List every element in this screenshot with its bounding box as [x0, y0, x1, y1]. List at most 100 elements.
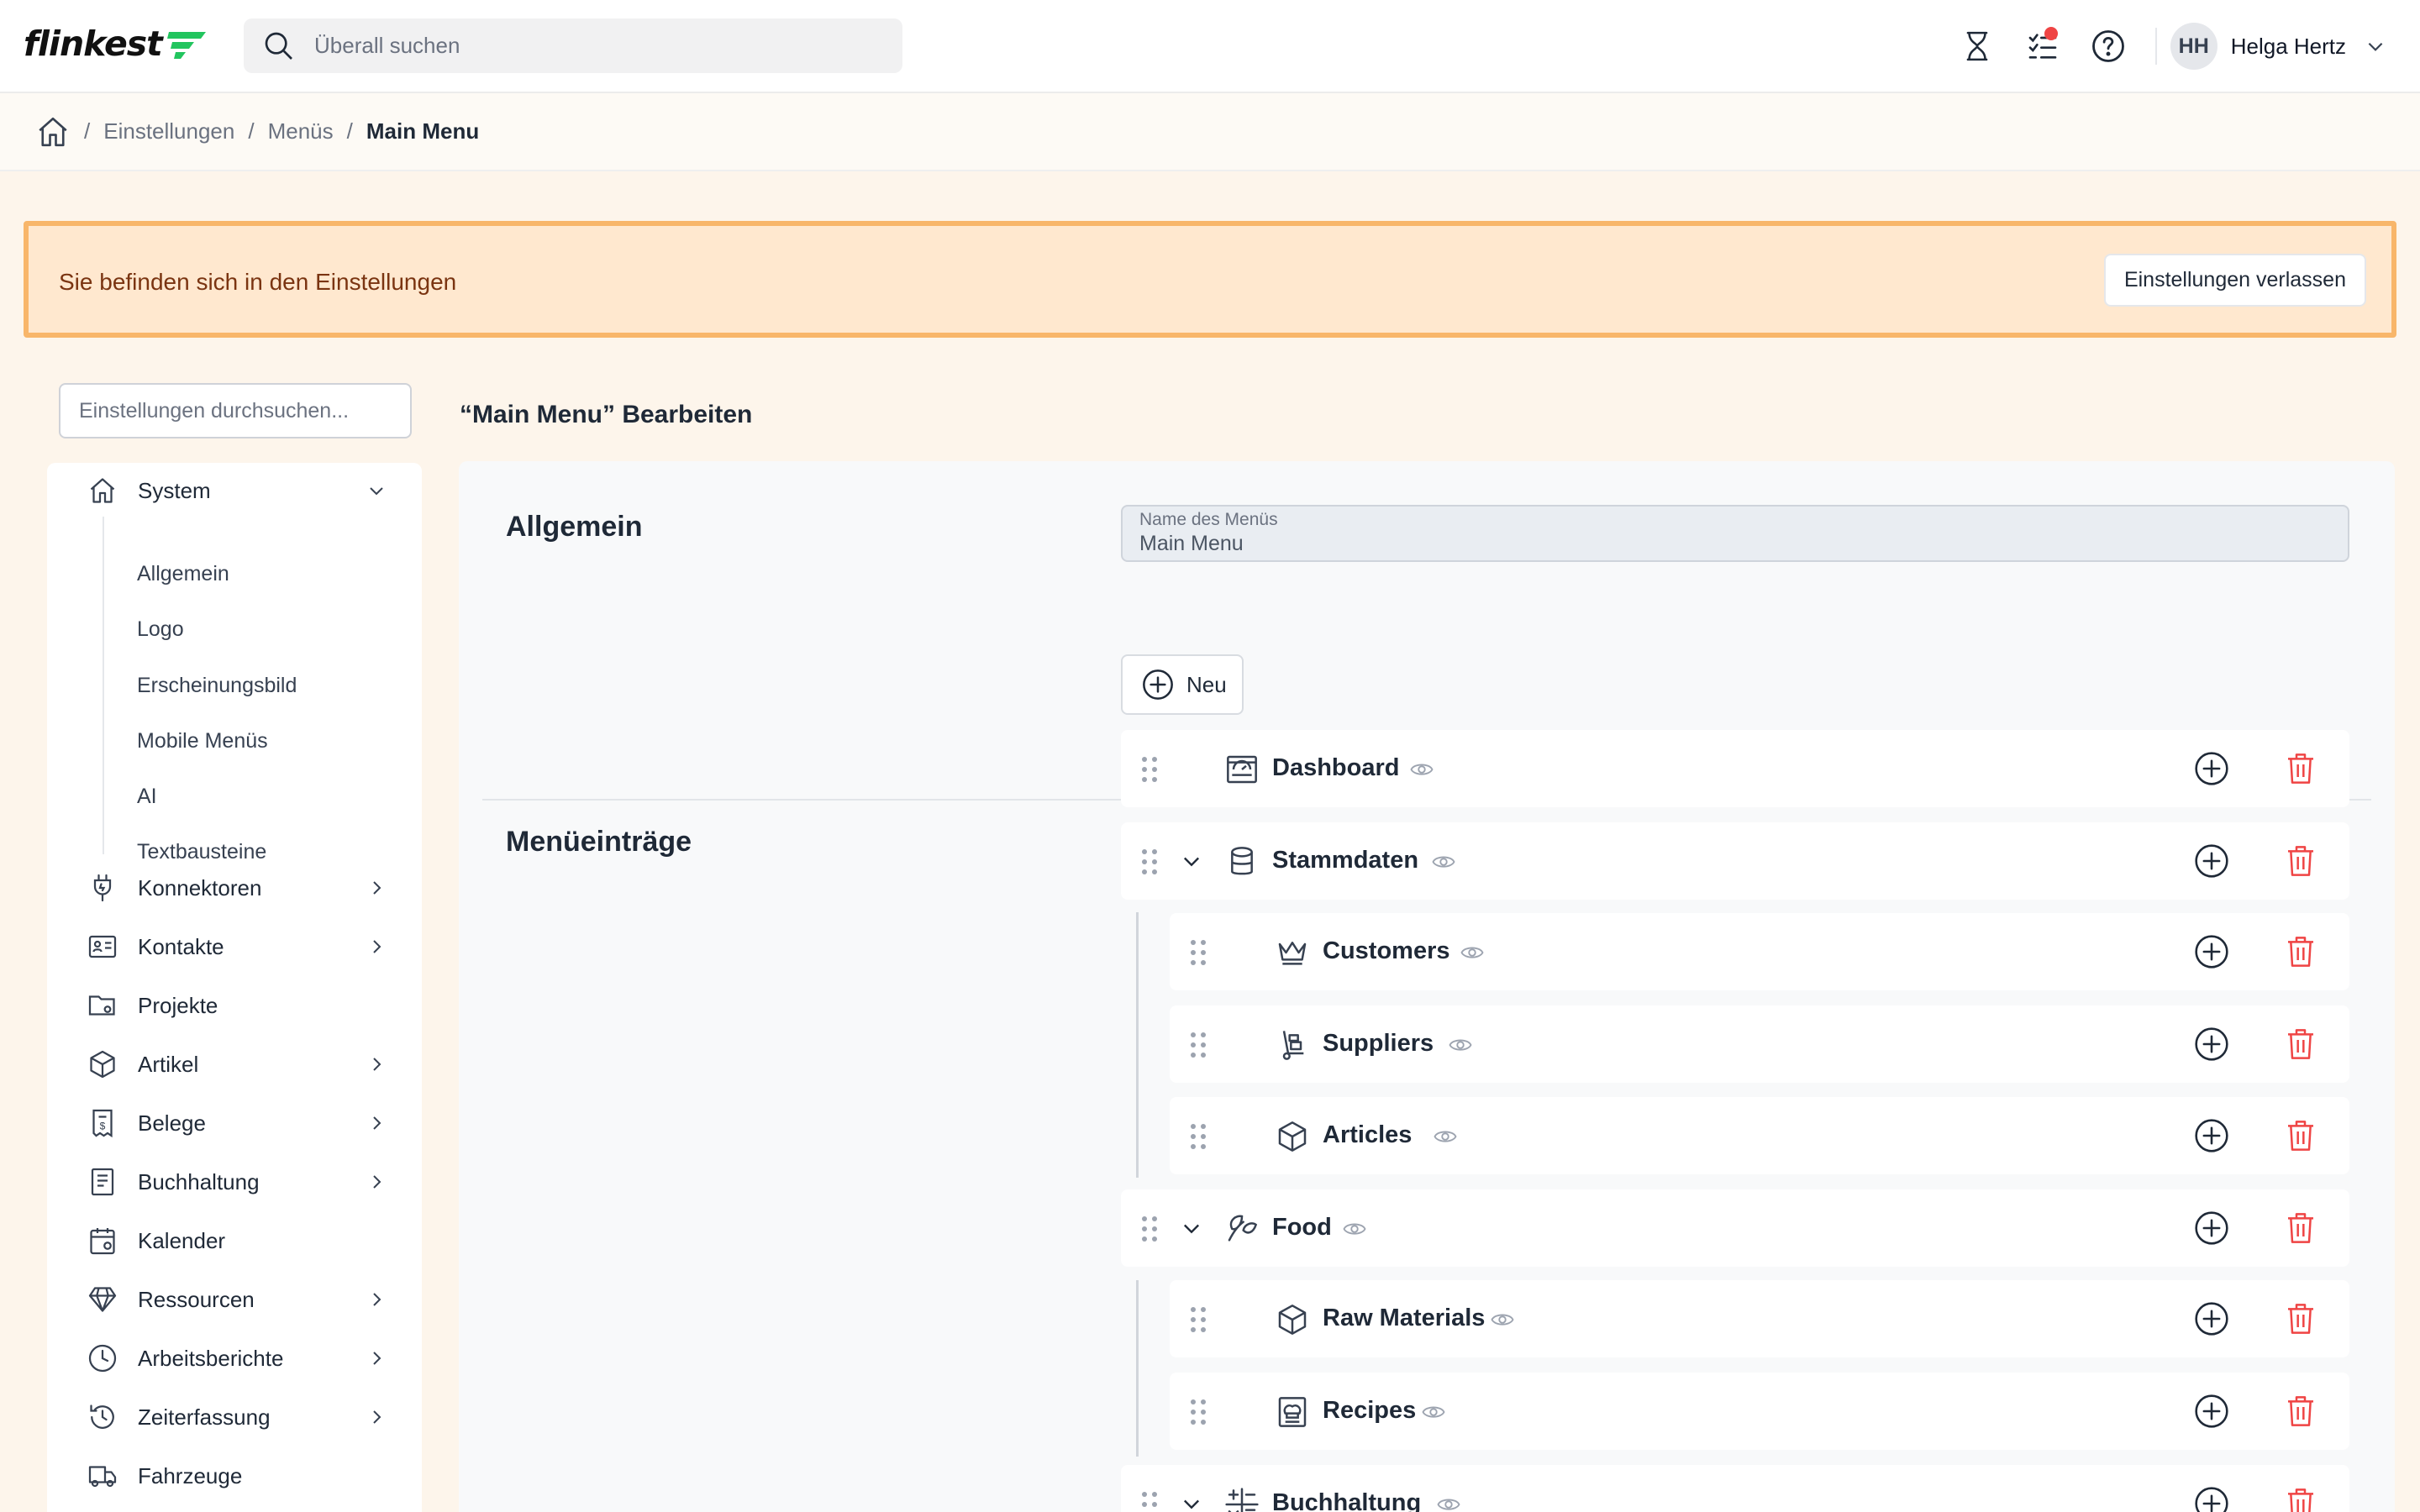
menu-entry-row-raw-materials[interactable]: Raw Materials [1170, 1280, 2349, 1357]
eye-icon[interactable] [1459, 940, 1486, 965]
menu-entry-row-stammdaten[interactable]: Stammdaten [1121, 822, 2349, 900]
add-child-icon[interactable] [2193, 843, 2230, 879]
sidebar-subitem-ai[interactable]: AI [137, 785, 157, 809]
add-child-icon[interactable] [2193, 933, 2230, 970]
tasks-button[interactable] [2014, 18, 2071, 74]
add-child-icon[interactable] [2193, 1485, 2230, 1512]
add-child-icon[interactable] [2193, 1393, 2230, 1430]
sidebar-item-belege[interactable]: $ Belege [87, 1102, 387, 1144]
trash-icon[interactable] [2284, 1210, 2317, 1247]
help-button[interactable] [2080, 18, 2137, 74]
sidebar-subitem-textbausteine[interactable]: Textbausteine [137, 840, 266, 864]
chevron-down-icon[interactable] [1180, 849, 1203, 873]
drag-handle-icon[interactable] [1188, 1306, 1208, 1333]
breadcrumb-einstellungen[interactable]: Einstellungen [103, 118, 234, 144]
add-child-icon[interactable] [2193, 1210, 2230, 1247]
sidebar-item-ressourcen[interactable]: Ressourcen [87, 1278, 387, 1320]
svg-text:$: $ [100, 1121, 106, 1132]
sidebar-item-buchhaltung[interactable]: Buchhaltung [87, 1161, 387, 1203]
eye-icon[interactable] [1447, 1032, 1474, 1058]
menu-entry-row-articles[interactable]: Articles [1170, 1097, 2349, 1174]
sidebar-item-label: Zeiterfassung [138, 1404, 271, 1430]
sidebar-item-kontakte[interactable]: Kontakte [87, 926, 387, 968]
settings-search-input[interactable]: Einstellungen durchsuchen... [59, 383, 412, 438]
menu-entry-row-recipes[interactable]: Recipes [1170, 1373, 2349, 1450]
database-icon [1231, 847, 1253, 875]
global-search-input[interactable]: Überall suchen [244, 18, 902, 73]
user-avatar[interactable]: HH [2170, 23, 2217, 70]
sidebar-subitem-logo[interactable]: Logo [137, 617, 184, 642]
eye-icon[interactable] [1420, 1399, 1447, 1425]
chevron-down-icon[interactable] [2365, 35, 2386, 57]
drag-handle-icon[interactable] [1139, 756, 1160, 783]
eye-icon[interactable] [1430, 849, 1457, 874]
menu-name-value: Main Menu [1139, 532, 1244, 555]
chevron-down-icon[interactable] [1180, 1216, 1203, 1240]
logo-mark-icon [166, 32, 206, 59]
timer-button[interactable] [1949, 18, 2006, 74]
sidebar-subitem-erscheinungsbild[interactable]: Erscheinungsbild [137, 674, 297, 698]
menu-entry-label: Customers [1323, 937, 1450, 964]
plug-icon [93, 874, 112, 902]
menu-entry-row-customers[interactable]: Customers [1170, 913, 2349, 990]
chevron-down-icon[interactable] [1180, 1492, 1203, 1512]
leaf-icon [1228, 1215, 1258, 1242]
hand-truck-icon [1282, 1031, 1304, 1060]
drag-handle-icon[interactable] [1188, 939, 1208, 966]
trash-icon[interactable] [2284, 933, 2317, 970]
menu-entry-row-dashboard[interactable]: Dashboard [1121, 730, 2349, 807]
add-child-icon[interactable] [2193, 1117, 2230, 1154]
drag-handle-icon[interactable] [1188, 1123, 1208, 1150]
drag-handle-icon[interactable] [1139, 1491, 1160, 1512]
sidebar-item-label: Buchhaltung [138, 1168, 260, 1194]
sidebar-item-konnektoren[interactable]: Konnektoren [87, 867, 387, 909]
drag-handle-icon[interactable] [1188, 1032, 1208, 1058]
drag-handle-icon[interactable] [1139, 1215, 1160, 1242]
sidebar-subitem-allgemein[interactable]: Allgemein [137, 562, 229, 586]
app-logo[interactable]: flinkest [24, 24, 211, 64]
menu-entry-row-suppliers[interactable]: Suppliers [1170, 1005, 2349, 1083]
drag-handle-icon[interactable] [1139, 848, 1160, 875]
chevron-right-icon [373, 1352, 381, 1365]
new-entry-button[interactable]: Neu [1121, 654, 1244, 715]
home-icon[interactable] [35, 114, 71, 150]
receipt-icon: $ [92, 1109, 113, 1138]
sidebar-item-projekte[interactable]: Projekte [87, 984, 387, 1026]
menu-entry-row-food[interactable]: Food [1121, 1189, 2349, 1267]
contact-card-icon [88, 935, 117, 958]
drag-handle-icon[interactable] [1188, 1399, 1208, 1425]
sidebar-item-system[interactable]: System [87, 470, 387, 512]
trash-icon[interactable] [2284, 750, 2317, 787]
main-area: Sie befinden sich in den Einstellungen E… [0, 171, 2420, 1512]
eye-icon[interactable] [1341, 1216, 1368, 1242]
menu-entry-label: Suppliers [1323, 1030, 1434, 1057]
sidebar-item-label: Kontakte [138, 933, 224, 959]
trash-icon[interactable] [2284, 1026, 2317, 1063]
exit-settings-button[interactable]: Einstellungen verlassen [2103, 254, 2366, 307]
eye-icon[interactable] [1408, 757, 1435, 782]
trash-icon[interactable] [2284, 1485, 2317, 1512]
trash-icon[interactable] [2284, 1393, 2317, 1430]
breadcrumb-menus[interactable]: Menüs [268, 118, 334, 144]
sidebar-item-artikel[interactable]: Artikel [87, 1043, 387, 1085]
eye-icon[interactable] [1489, 1307, 1516, 1332]
banner-text: Sie befinden sich in den Einstellungen [59, 269, 457, 295]
sidebar-item-arbeitsberichte[interactable]: Arbeitsberichte [87, 1337, 387, 1379]
sidebar-item-zeiterfassung[interactable]: Zeiterfassung [87, 1396, 387, 1438]
chevron-right-icon [373, 1175, 381, 1189]
sidebar-item-kalender[interactable]: Kalender [87, 1220, 387, 1262]
add-child-icon[interactable] [2193, 1300, 2230, 1337]
menu-entry-row-buchhaltung[interactable]: Buchhaltung [1121, 1465, 2349, 1512]
sidebar-subitem-mobile-menus[interactable]: Mobile Menüs [137, 729, 268, 753]
sidebar-item-fahrzeuge[interactable]: Fahrzeuge [87, 1455, 387, 1497]
add-child-icon[interactable] [2193, 1026, 2230, 1063]
trash-icon[interactable] [2284, 843, 2317, 879]
menu-name-field[interactable]: Name des Menüs Main Menu [1121, 505, 2349, 562]
menu-entry-label: Stammdaten [1272, 847, 1419, 874]
trash-icon[interactable] [2284, 1300, 2317, 1337]
eye-icon[interactable] [1432, 1124, 1459, 1149]
trash-icon[interactable] [2284, 1117, 2317, 1154]
eye-icon[interactable] [1435, 1492, 1462, 1512]
add-child-icon[interactable] [2193, 750, 2230, 787]
user-name[interactable]: Helga Hertz [2231, 34, 2346, 60]
